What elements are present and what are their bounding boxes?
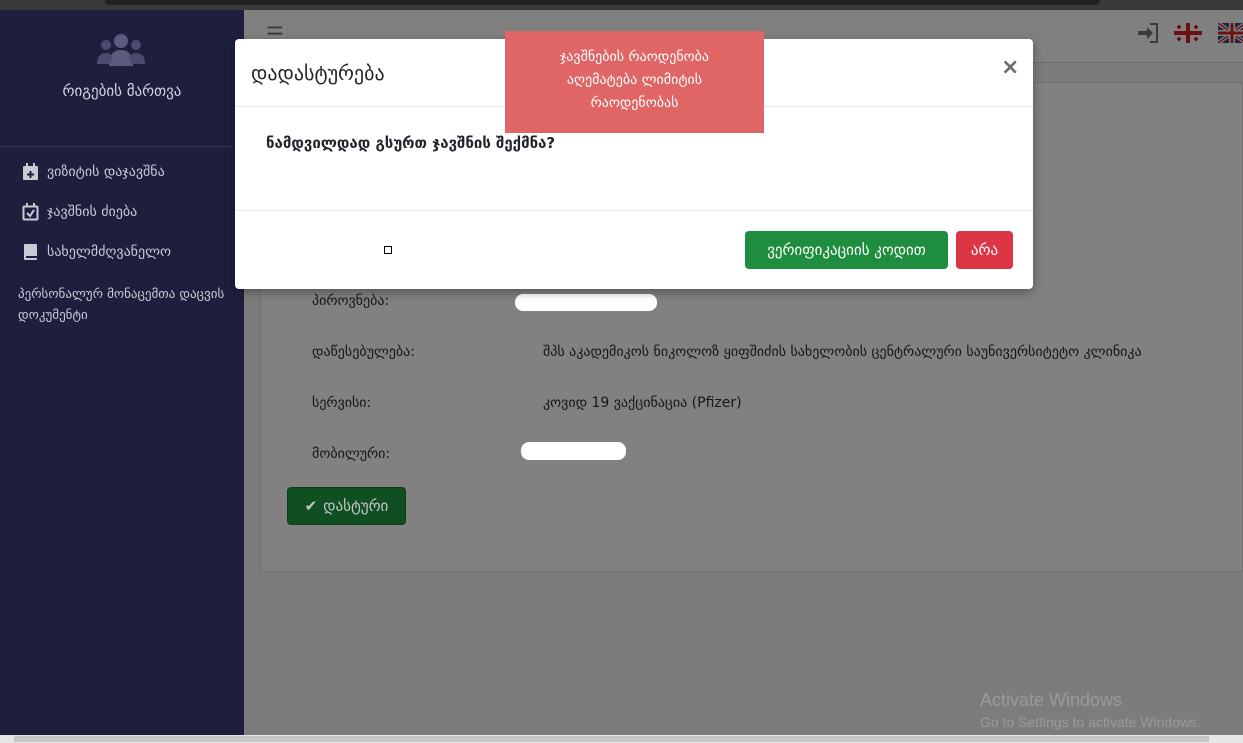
sidebar: რიგების მართვა ვიზიტის დაჯავშნა ჯავშნის … bbox=[0, 10, 244, 743]
no-button[interactable]: არა bbox=[956, 231, 1013, 269]
institution-label: დაწესებულება: bbox=[312, 344, 415, 360]
sidebar-item-label: სახელმძღვანელო bbox=[47, 244, 172, 260]
focus-marker bbox=[384, 246, 392, 254]
book-icon bbox=[24, 244, 37, 260]
sidebar-item-label: ვიზიტის დაჯავშნა bbox=[47, 164, 165, 180]
modal-title: დადასტურება bbox=[251, 61, 385, 85]
brand-title: რიგების მართვა bbox=[62, 82, 182, 100]
sidebar-item-label: ჯავშნის ძიება bbox=[47, 204, 138, 220]
browser-top-strip bbox=[0, 0, 1243, 10]
service-value: კოვიდ 19 ვაქცინაცია (Pfizer) bbox=[543, 395, 742, 411]
error-toast: ჯავშნების რაოდენობა აღემატება ლიმიტის რა… bbox=[505, 31, 764, 133]
calendar-plus-icon bbox=[23, 163, 38, 180]
institution-value: შპს აკადემიკოს ნიკოლოზ ყიფშიძის სახელობი… bbox=[543, 344, 1142, 360]
windows-watermark-subtitle: Go to Settings to activate Windows. bbox=[980, 714, 1201, 730]
uk-flag-icon[interactable] bbox=[1218, 23, 1243, 43]
georgian-flag-icon[interactable] bbox=[1174, 23, 1202, 43]
mobile-label: მობილური: bbox=[312, 446, 391, 462]
horizontal-scrollbar[interactable] bbox=[0, 735, 1243, 743]
users-logo-icon bbox=[97, 34, 145, 66]
redacted-person-value bbox=[515, 294, 657, 311]
confirm-button-label: დასტური bbox=[323, 497, 389, 515]
redacted-mobile-value bbox=[521, 442, 626, 460]
modal-question: ნამდვილდად გსურთ ჯავშნის შექმნა? bbox=[266, 134, 556, 152]
toast-line: ჯავშნების რაოდენობა bbox=[559, 49, 710, 65]
toast-line: აღემატება ლიმიტის bbox=[566, 72, 703, 88]
verification-code-button[interactable]: ვერიფიკაციის კოდით bbox=[745, 231, 948, 269]
person-label: პიროვნება: bbox=[312, 293, 390, 309]
windows-watermark-title: Activate Windows bbox=[980, 690, 1123, 710]
confirm-booking-button[interactable]: ✔ დასტური bbox=[287, 487, 406, 525]
sidebar-item-book-visit[interactable]: ვიზიტის დაჯავშნა bbox=[22, 163, 165, 181]
sidebar-item-manual[interactable]: სახელმძღვანელო bbox=[22, 243, 171, 261]
sign-in-icon[interactable] bbox=[1137, 23, 1159, 43]
calendar-check-icon bbox=[22, 203, 39, 221]
scrollbar-thumb[interactable] bbox=[14, 736, 1209, 742]
service-label: სერვისი: bbox=[312, 395, 372, 411]
sidebar-divider bbox=[0, 146, 244, 147]
browser-address-area bbox=[105, 0, 1100, 5]
close-icon[interactable]: × bbox=[1001, 55, 1019, 80]
sidebar-item-search-booking[interactable]: ჯავშნის ძიება bbox=[22, 203, 137, 221]
sidebar-item-data-protection[interactable]: პერსონალურ მონაცემთა დაცვის დოკუმენტი bbox=[18, 284, 228, 326]
check-icon: ✔ bbox=[304, 497, 318, 515]
toast-line: რაოდენობას bbox=[590, 95, 679, 111]
modal-footer-divider bbox=[235, 210, 1033, 211]
